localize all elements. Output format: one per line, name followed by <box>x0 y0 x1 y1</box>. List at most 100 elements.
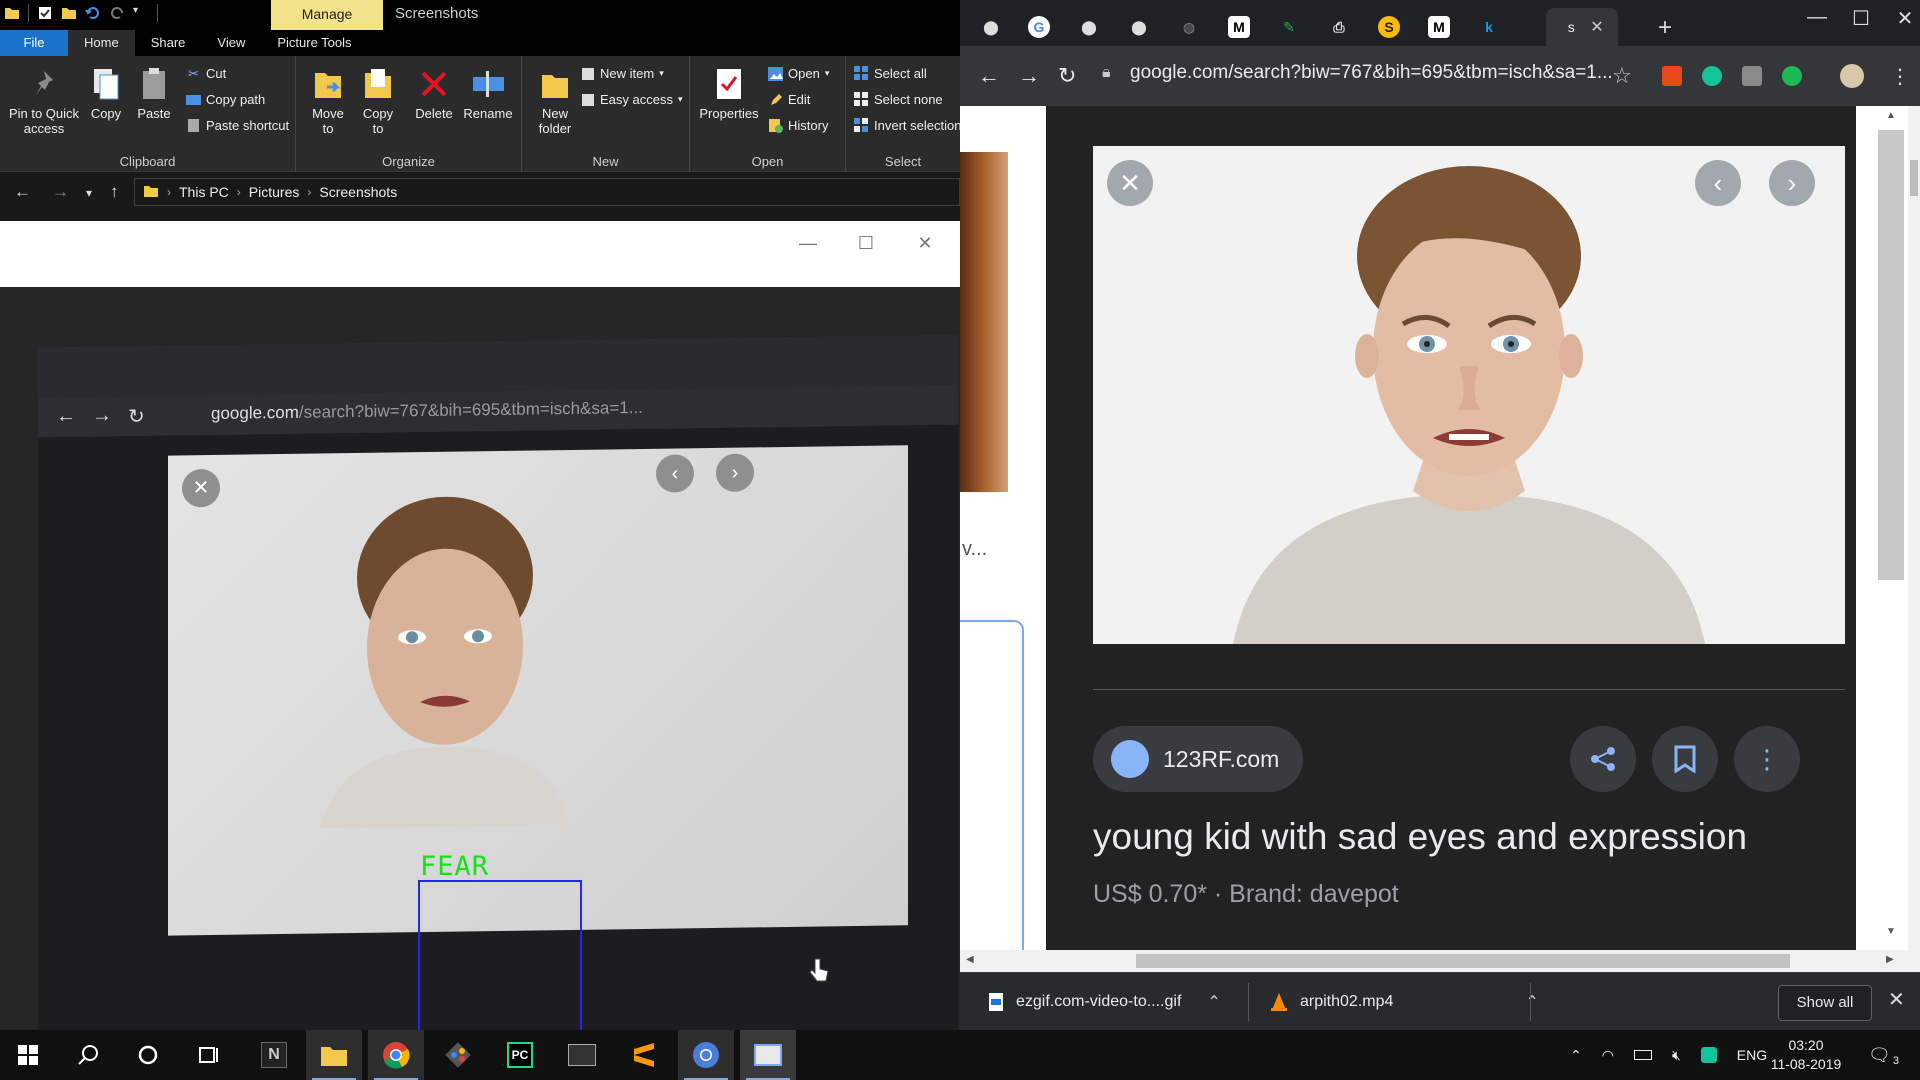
profile-avatar[interactable] <box>1840 64 1864 88</box>
language-indicator[interactable]: ENG <box>1737 1047 1767 1063</box>
taskbar-chromium[interactable] <box>678 1030 734 1080</box>
tab-share[interactable]: Share <box>135 30 202 56</box>
up-arrow-icon[interactable]: ↑ <box>110 182 119 202</box>
cortana-button[interactable] <box>120 1030 176 1080</box>
tab-view[interactable]: View <box>201 30 261 56</box>
page-scrollbar[interactable] <box>1908 106 1920 972</box>
next-image-icon[interactable]: › <box>1769 160 1815 206</box>
select-all-button[interactable]: Select all <box>854 66 927 81</box>
clock[interactable]: 03:20 11-08-2019 <box>1768 1036 1844 1074</box>
breadcrumb-pictures[interactable]: Pictures <box>249 184 300 200</box>
taskbar-chrome[interactable] <box>368 1030 424 1080</box>
tab-picture-tools[interactable]: Picture Tools <box>261 30 367 56</box>
tab-pen[interactable]: ✎ <box>1266 8 1312 46</box>
scroll-left-arrow-icon[interactable]: ◀ <box>966 954 974 965</box>
redo-icon[interactable] <box>109 5 125 21</box>
tab-printer[interactable]: ⎙ <box>1316 8 1362 46</box>
scroll-down-arrow-icon[interactable]: ▼ <box>1886 926 1896 937</box>
scroll-right-arrow-icon[interactable]: ▶ <box>1886 954 1894 965</box>
move-to-button[interactable]: Move to <box>308 66 348 136</box>
taskbar-notion[interactable]: N <box>246 1030 302 1080</box>
task-view-button[interactable] <box>180 1030 236 1080</box>
history-button[interactable]: History <box>768 118 828 133</box>
result-thumbnail[interactable] <box>960 152 1008 492</box>
tab-medium-1[interactable]: M <box>1216 8 1262 46</box>
new-folder-button[interactable]: New folder <box>532 66 578 136</box>
previous-image-icon[interactable]: ‹ <box>1695 160 1741 206</box>
share-button[interactable] <box>1570 726 1636 792</box>
close-icon[interactable]: ✕ <box>905 233 945 254</box>
undo-icon[interactable] <box>85 5 101 21</box>
omnibox[interactable]: 🔒︎ google.com/search?biw=767&bih=695&tbm… <box>1102 56 1613 92</box>
close-preview-icon[interactable]: ✕ <box>1107 160 1153 206</box>
folder-icon[interactable] <box>4 5 20 21</box>
download-item-mp4[interactable]: arpith02.mp4 ⌃ <box>1270 973 1539 1031</box>
grammarly-extension-icon[interactable] <box>1702 66 1722 86</box>
scroll-up-arrow-icon[interactable]: ▲ <box>1886 110 1896 121</box>
customize-qat-icon[interactable]: ▾ <box>133 5 149 21</box>
minimize-icon[interactable]: — <box>1792 6 1842 29</box>
invert-selection-button[interactable]: Invert selection <box>854 118 961 133</box>
recent-locations-chevron-icon[interactable]: ▾ <box>86 186 92 200</box>
show-all-button[interactable]: Show all <box>1778 985 1872 1021</box>
start-button[interactable] <box>0 1030 56 1080</box>
manage-context-tab[interactable]: Manage <box>271 0 383 30</box>
save-button[interactable] <box>1652 726 1718 792</box>
tab-k[interactable]: k <box>1466 8 1512 46</box>
taskbar-pycharm[interactable]: PC <box>492 1030 548 1080</box>
tab-globe[interactable]: ◍ <box>1166 8 1212 46</box>
tab-s-badge[interactable]: S <box>1366 8 1412 46</box>
open-button[interactable]: Open ▾ <box>768 66 829 81</box>
minimize-icon[interactable]: — <box>788 233 828 254</box>
paste-button[interactable]: Paste <box>134 66 174 121</box>
bookmark-star-icon[interactable]: ☆ <box>1612 63 1632 89</box>
kebab-menu-icon[interactable]: ⋮ <box>1890 64 1910 89</box>
new-folder-icon[interactable] <box>61 5 77 21</box>
wifi-icon[interactable]: ◠ <box>1602 1047 1614 1064</box>
pin-quick-access-button[interactable]: Pin to Quick access <box>6 66 82 136</box>
reload-icon[interactable]: ↻ <box>1058 63 1076 89</box>
tab-github-3[interactable]: ⬤ <box>1116 8 1162 46</box>
taskbar-sublime[interactable] <box>616 1030 672 1080</box>
tab-home[interactable]: Home <box>68 30 135 56</box>
forward-arrow-icon[interactable]: → <box>1018 63 1040 89</box>
taskbar-git[interactable] <box>430 1030 486 1080</box>
office-extension-icon[interactable] <box>1662 66 1682 86</box>
more-options-button[interactable]: ⋮ <box>1734 726 1800 792</box>
new-item-button[interactable]: New item ▾ <box>580 66 664 81</box>
show-hidden-icons-icon[interactable]: ⌃ <box>1570 1047 1582 1064</box>
paste-shortcut-button[interactable]: Paste shortcut <box>186 118 289 133</box>
tab-medium-2[interactable]: M <box>1416 8 1462 46</box>
grammarly-tray-icon[interactable] <box>1700 1047 1717 1063</box>
tab-active[interactable]: s ✕ <box>1546 8 1618 46</box>
breadcrumb-screenshots[interactable]: Screenshots <box>319 184 397 200</box>
battery-icon[interactable] <box>1633 1050 1652 1060</box>
breadcrumb[interactable]: › This PC › Pictures › Screenshots <box>134 178 960 206</box>
chevron-up-icon[interactable]: ⌃ <box>1207 992 1220 1012</box>
tab-file[interactable]: File <box>0 30 68 56</box>
back-arrow-icon[interactable]: ← <box>978 63 1000 89</box>
tab-close-icon[interactable]: ✕ <box>1590 17 1603 37</box>
horizontal-scroll-thumb[interactable] <box>1136 954 1790 968</box>
properties-button[interactable]: Properties <box>696 66 762 121</box>
taskbar-file-explorer[interactable] <box>306 1030 362 1080</box>
maximize-icon[interactable]: ☐ <box>1836 6 1886 31</box>
select-none-button[interactable]: Select none <box>854 92 943 107</box>
rename-button[interactable]: Rename <box>462 66 514 121</box>
copy-button[interactable]: Copy <box>86 66 126 121</box>
horizontal-scrollbar[interactable]: ◀ ▶ <box>960 950 1920 972</box>
copy-to-button[interactable]: Copy to <box>358 66 398 136</box>
preview-image[interactable]: ✕ ‹ › <box>1093 146 1845 644</box>
delete-button[interactable]: Delete <box>414 66 454 121</box>
panel-scroll-thumb[interactable] <box>1878 130 1904 580</box>
close-icon[interactable]: ✕ <box>1880 6 1920 31</box>
download-item-gif[interactable]: ezgif.com-video-to....gif ⌃ <box>988 973 1221 1031</box>
tab-github-2[interactable]: ⬤ <box>1066 8 1112 46</box>
maximize-icon[interactable]: ☐ <box>846 233 886 254</box>
search-button[interactable] <box>60 1030 116 1080</box>
close-download-shelf-icon[interactable]: ✕ <box>1888 987 1905 1012</box>
copy-path-button[interactable]: Copy path <box>186 92 265 107</box>
volume-muted-icon[interactable]: 🔇︎ <box>1672 1047 1681 1064</box>
forward-arrow-icon[interactable]: → <box>52 182 69 202</box>
shield-extension-icon[interactable] <box>1742 66 1762 86</box>
